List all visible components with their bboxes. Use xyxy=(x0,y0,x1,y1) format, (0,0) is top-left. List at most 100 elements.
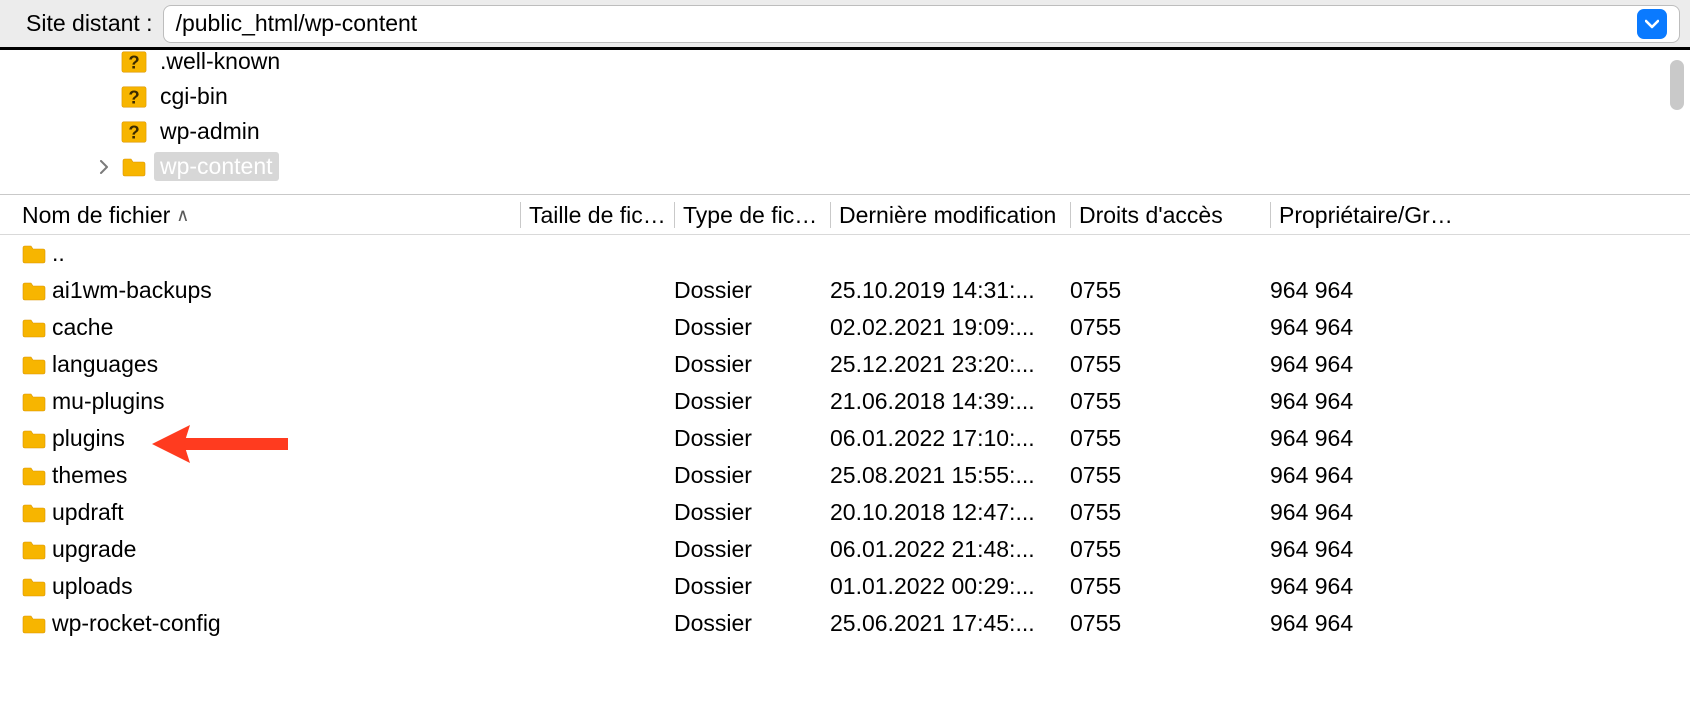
cell-perm: 0755 xyxy=(1070,388,1270,415)
ftp-remote-pane: Site distant : /public_html/wp-content .… xyxy=(0,0,1690,704)
unknown-folder-icon xyxy=(120,118,148,146)
cell-name: .. xyxy=(52,240,520,267)
cell-type: Dossier xyxy=(674,499,830,526)
cell-mod: 25.06.2021 17:45:... xyxy=(830,610,1070,637)
file-list: ..ai1wm-backupsDossier25.10.2019 14:31:.… xyxy=(0,235,1690,704)
folder-icon xyxy=(22,540,52,560)
remote-path-label: Site distant : xyxy=(26,10,153,37)
remote-path-bar: Site distant : /public_html/wp-content xyxy=(0,0,1690,50)
cell-owner: 964 964 xyxy=(1270,388,1468,415)
folder-icon xyxy=(22,466,52,486)
cell-mod: 21.06.2018 14:39:... xyxy=(830,388,1070,415)
list-item[interactable]: uploadsDossier01.01.2022 00:29:...075596… xyxy=(0,568,1690,605)
folder-icon xyxy=(22,429,52,449)
cell-type: Dossier xyxy=(674,277,830,304)
file-list-header: Nom de fichier ∧ Taille de fichier Type … xyxy=(0,195,1690,235)
cell-perm: 0755 xyxy=(1070,351,1270,378)
cell-perm: 0755 xyxy=(1070,499,1270,526)
cell-owner: 964 964 xyxy=(1270,499,1468,526)
list-item[interactable]: updraft Dossier20.10.2018 12:47:...075596… xyxy=(0,494,1690,531)
cell-owner: 964 964 xyxy=(1270,610,1468,637)
list-item[interactable]: cache Dossier02.02.2021 19:09:...0755964 … xyxy=(0,309,1690,346)
cell-name: uploads xyxy=(52,573,520,600)
list-item[interactable]: upgrade Dossier06.01.2022 21:48:...075596… xyxy=(0,531,1690,568)
tree-item-label: .well-known xyxy=(154,50,286,76)
cell-mod: 20.10.2018 12:47:... xyxy=(830,499,1070,526)
sort-indicator-icon: ∧ xyxy=(176,202,189,228)
cell-type: Dossier xyxy=(674,536,830,563)
tree-item-label: wp-admin xyxy=(154,117,266,146)
folder-icon xyxy=(22,244,52,264)
col-header-size[interactable]: Taille de fichier xyxy=(520,202,674,228)
cell-name: updraft xyxy=(52,499,520,526)
cell-perm: 0755 xyxy=(1070,536,1270,563)
cell-mod: 25.08.2021 15:55:... xyxy=(830,462,1070,489)
list-item[interactable]: wp-rocket-configDossier25.06.2021 17:45:… xyxy=(0,605,1690,642)
cell-mod: 06.01.2022 21:48:... xyxy=(830,536,1070,563)
tree-item[interactable]: wp-admin xyxy=(0,114,1690,149)
cell-mod: 01.01.2022 00:29:... xyxy=(830,573,1070,600)
cell-mod: 25.12.2021 23:20:... xyxy=(830,351,1070,378)
cell-mod: 02.02.2021 19:09:... xyxy=(830,314,1070,341)
cell-owner: 964 964 xyxy=(1270,277,1468,304)
cell-name: themes xyxy=(52,462,520,489)
cell-owner: 964 964 xyxy=(1270,351,1468,378)
cell-perm: 0755 xyxy=(1070,462,1270,489)
col-header-permissions[interactable]: Droits d'accès xyxy=(1070,202,1270,228)
cell-owner: 964 964 xyxy=(1270,462,1468,489)
cell-owner: 964 964 xyxy=(1270,536,1468,563)
list-item[interactable]: plugins Dossier06.01.2022 17:10:...075596… xyxy=(0,420,1690,457)
cell-name: upgrade xyxy=(52,536,520,563)
cell-perm: 0755 xyxy=(1070,425,1270,452)
cell-name: cache xyxy=(52,314,520,341)
col-header-type[interactable]: Type de fichier xyxy=(674,202,830,228)
unknown-folder-icon xyxy=(120,83,148,111)
folder-icon xyxy=(22,503,52,523)
col-header-modified[interactable]: Dernière modification xyxy=(830,202,1070,228)
tree-item-label: cgi-bin xyxy=(154,82,234,111)
folder-icon xyxy=(22,577,52,597)
tree-item[interactable]: .well-known xyxy=(0,50,1690,79)
cell-name: languages xyxy=(52,351,520,378)
tree-item-label: wp-content xyxy=(154,152,279,181)
list-item[interactable]: ai1wm-backups Dossier25.10.2019 14:31:...… xyxy=(0,272,1690,309)
list-item[interactable]: mu-pluginsDossier21.06.2018 14:39:...075… xyxy=(0,383,1690,420)
cell-type: Dossier xyxy=(674,388,830,415)
cell-perm: 0755 xyxy=(1070,573,1270,600)
cell-perm: 0755 xyxy=(1070,277,1270,304)
folder-icon xyxy=(22,355,52,375)
cell-type: Dossier xyxy=(674,462,830,489)
cell-mod: 06.01.2022 17:10:... xyxy=(830,425,1070,452)
folder-icon xyxy=(22,281,52,301)
cell-type: Dossier xyxy=(674,314,830,341)
folder-icon xyxy=(22,318,52,338)
tree-item[interactable]: wp-content xyxy=(0,149,1690,184)
list-item[interactable]: languagesDossier25.12.2021 23:20:...0755… xyxy=(0,346,1690,383)
remote-path-dropdown[interactable] xyxy=(1637,9,1667,39)
remote-tree-pane: .well-known cgi-bin wp-admin wp-content xyxy=(0,50,1690,195)
cell-mod: 25.10.2019 14:31:... xyxy=(830,277,1070,304)
folder-icon xyxy=(22,392,52,412)
cell-perm: 0755 xyxy=(1070,610,1270,637)
remote-path-field[interactable]: /public_html/wp-content xyxy=(163,5,1680,43)
chevron-down-icon xyxy=(1645,19,1659,29)
cell-type: Dossier xyxy=(674,425,830,452)
list-item[interactable]: themes Dossier25.08.2021 15:55:...0755964… xyxy=(0,457,1690,494)
cell-owner: 964 964 xyxy=(1270,314,1468,341)
folder-icon xyxy=(120,156,148,178)
remote-path-value: /public_html/wp-content xyxy=(176,10,1631,37)
cell-name: plugins xyxy=(52,425,520,452)
col-header-owner[interactable]: Propriétaire/Groupe xyxy=(1270,202,1468,228)
tree-scrollbar-thumb[interactable] xyxy=(1670,60,1684,110)
cell-name: ai1wm-backups xyxy=(52,277,520,304)
cell-owner: 964 964 xyxy=(1270,573,1468,600)
folder-icon xyxy=(22,614,52,634)
cell-perm: 0755 xyxy=(1070,314,1270,341)
list-item[interactable]: .. xyxy=(0,235,1690,272)
unknown-folder-icon xyxy=(120,50,148,76)
tree-item[interactable]: cgi-bin xyxy=(0,79,1690,114)
expand-chevron-icon[interactable] xyxy=(94,160,114,174)
cell-type: Dossier xyxy=(674,610,830,637)
cell-owner: 964 964 xyxy=(1270,425,1468,452)
col-header-name[interactable]: Nom de fichier ∧ xyxy=(22,202,520,228)
